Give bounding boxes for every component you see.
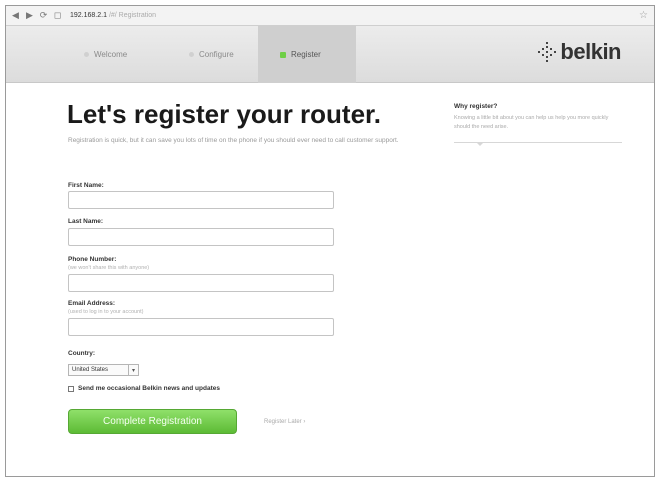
step-label: Welcome [94, 50, 128, 59]
step-register[interactable]: Register [258, 26, 356, 83]
forward-icon[interactable]: ▶ [24, 10, 35, 21]
url-path: /#/ Registration [108, 12, 157, 19]
email-input[interactable] [68, 318, 334, 336]
step-indicator-icon [84, 52, 89, 57]
register-later-link[interactable]: Register Later › [264, 419, 305, 425]
country-select[interactable]: United States ▾ [68, 364, 139, 376]
last-name-input[interactable] [68, 228, 334, 246]
reload-icon[interactable]: ⟳ [38, 10, 49, 21]
country-label: Country: [68, 350, 96, 357]
country-selected-value: United States [72, 367, 109, 373]
address-bar: ◀ ▶ ⟳ ◻ 192.168.2.1 /#/ Registration ☆ [6, 6, 654, 26]
app-header: Welcome Configure Register belkin [6, 26, 654, 83]
step-label: Register [291, 50, 321, 59]
news-optin[interactable]: Send me occasional Belkin news and updat… [68, 385, 220, 392]
back-icon[interactable]: ◀ [10, 10, 21, 21]
url-field[interactable]: 192.168.2.1 /#/ Registration [70, 12, 156, 19]
phone-label: Phone Number: [68, 256, 117, 263]
step-welcome[interactable]: Welcome [84, 26, 127, 83]
email-hint: (used to log in to your account) [68, 309, 144, 315]
step-indicator-icon [189, 52, 194, 57]
optin-checkbox[interactable] [68, 385, 74, 392]
brand-name: belkin [560, 39, 621, 64]
sidebar-divider-notch [476, 142, 484, 146]
bookmark-star-icon[interactable]: ☆ [639, 10, 648, 21]
step-configure[interactable]: Configure [189, 26, 234, 83]
url-host: 192.168.2.1 [70, 12, 107, 19]
browser-window: ◀ ▶ ⟳ ◻ 192.168.2.1 /#/ Registration ☆ W… [5, 5, 655, 477]
complete-registration-button[interactable]: Complete Registration [68, 409, 237, 434]
page-subtitle: Registration is quick, but it can save y… [68, 137, 399, 144]
step-active-indicator-icon [280, 51, 286, 58]
optin-label: Send me occasional Belkin news and updat… [78, 385, 220, 392]
why-register-text: Knowing a little bit about you can help … [454, 115, 609, 130]
email-label: Email Address: [68, 300, 116, 307]
phone-hint: (we won't share this with anyone) [68, 265, 150, 271]
belkin-logo: belkin [538, 39, 621, 65]
last-name-label: Last Name: [68, 218, 104, 225]
chevron-down-icon[interactable]: ▾ [128, 365, 138, 375]
phone-input[interactable] [68, 274, 334, 292]
first-name-input[interactable] [68, 191, 334, 209]
belkin-logo-icon [538, 42, 557, 62]
page-icon: ◻ [53, 10, 62, 20]
page-title: Let's register your router. [67, 99, 381, 129]
why-register-title: Why register? [454, 103, 498, 110]
first-name-label: First Name: [68, 182, 104, 189]
step-label: Configure [199, 50, 234, 59]
